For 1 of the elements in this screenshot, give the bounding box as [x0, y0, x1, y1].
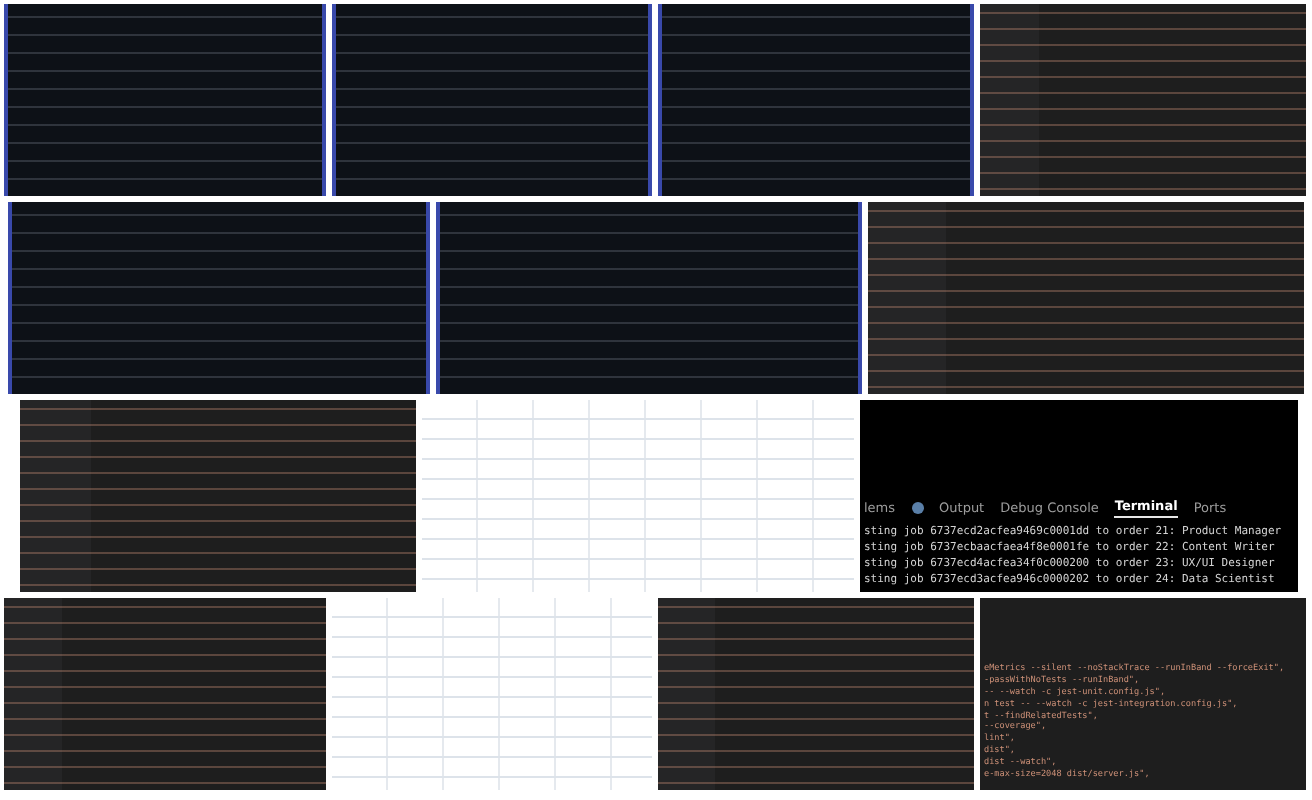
badge-icon [911, 501, 924, 513]
